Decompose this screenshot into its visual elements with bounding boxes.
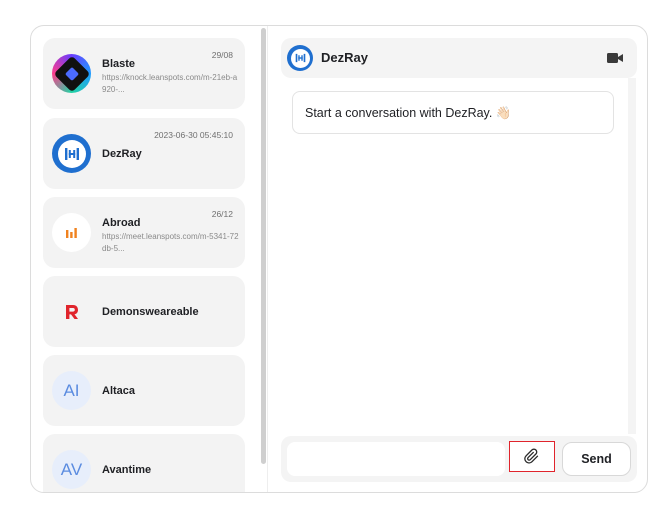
abroad-avatar <box>52 213 91 252</box>
chat-header: DezRay <box>281 38 637 78</box>
conversation-date: 2023-06-30 05:45:10 <box>154 130 233 140</box>
message-composer: Send <box>281 436 637 482</box>
chat-avatar <box>287 45 313 71</box>
send-button[interactable]: Send <box>562 442 631 476</box>
welcome-message: Start a conversation with DezRay. 👋🏻 <box>292 91 614 134</box>
attach-file-button[interactable] <box>509 441 555 472</box>
conversation-item-demonsweareable[interactable]: Demonsweareable <box>43 276 245 347</box>
conversation-name: Blaste <box>102 58 136 70</box>
video-call-button[interactable] <box>607 51 623 69</box>
blaste-avatar <box>52 54 91 93</box>
conversation-date: 26/12 <box>211 209 233 219</box>
conversation-name: Demonsweareable <box>102 306 199 318</box>
conversation-name: DezRay <box>102 148 142 160</box>
dezray-avatar <box>52 134 91 173</box>
demonsweareable-logo-icon <box>65 304 78 319</box>
avantime-avatar: AV <box>52 450 91 489</box>
conversation-preview: https://knock.leanspots.com/m-21eb-a920-… <box>102 73 238 94</box>
chat-panel: DezRay Start a conversation with DezRay.… <box>267 26 647 492</box>
dezray-logo-icon <box>64 147 79 160</box>
dezray-logo-icon <box>295 53 305 63</box>
messenger-window: Blaste https://knock.leanspots.com/m-21e… <box>30 25 648 493</box>
conversation-item-dezray[interactable]: DezRay 2023-06-30 05:45:10 <box>43 118 245 189</box>
conversation-list: Blaste https://knock.leanspots.com/m-21e… <box>31 26 267 492</box>
conversation-date: 29/08 <box>211 50 233 60</box>
conversation-preview: https://meet.leanspots.com/m-5341-72db-5… <box>102 232 239 253</box>
message-scrollbar[interactable] <box>628 78 636 434</box>
conversation-item-abroad[interactable]: Abroad https://meet.leanspots.com/m-5341… <box>43 197 245 268</box>
chat-title: DezRay <box>321 50 368 65</box>
demonsweareable-avatar <box>52 292 91 331</box>
abroad-logo-icon <box>65 227 77 238</box>
conversation-item-altaca[interactable]: AI Altaca <box>43 355 245 426</box>
paperclip-icon <box>524 448 539 464</box>
conversation-name: Abroad <box>102 217 141 229</box>
message-area: Start a conversation with DezRay. 👋🏻 <box>268 78 640 433</box>
sidebar-scrollbar-thumb[interactable] <box>261 28 266 464</box>
conversation-name: Avantime <box>102 464 152 476</box>
video-camera-icon <box>607 53 623 63</box>
conversation-item-blaste[interactable]: Blaste https://knock.leanspots.com/m-21e… <box>43 38 245 109</box>
altaca-avatar: AI <box>52 371 91 410</box>
message-input[interactable] <box>287 442 505 476</box>
conversation-name: Altaca <box>102 385 136 397</box>
conversation-item-avantime[interactable]: AV Avantime <box>43 434 245 492</box>
